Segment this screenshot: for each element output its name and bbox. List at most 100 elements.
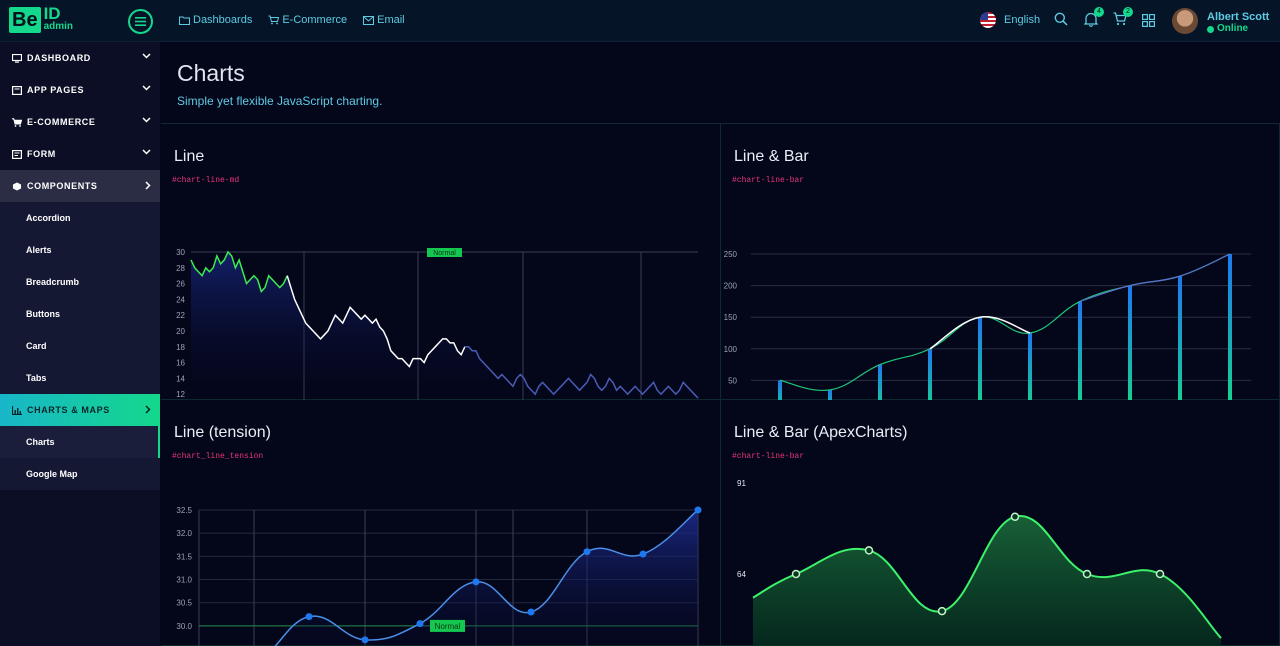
- data-point: [639, 550, 647, 558]
- sidebar-item-label: E-COMMERCE: [27, 117, 96, 127]
- data-point: [527, 608, 535, 616]
- brand-logo[interactable]: Be ID admin: [9, 4, 73, 33]
- sidebar-item-breadcrumb[interactable]: Breadcrumb: [0, 266, 160, 298]
- y-tick-label: 18: [176, 343, 185, 352]
- sidebar-item-app-pages[interactable]: APP PAGES: [0, 74, 160, 106]
- y-tick-label: 150: [724, 313, 738, 322]
- top-nav: Dashboards E-Commerce Email: [179, 14, 405, 26]
- form-icon: [12, 149, 22, 159]
- card-code: #chart-line-bar: [732, 176, 805, 185]
- sidebar-item-label: APP PAGES: [27, 85, 85, 95]
- monitor-icon: [12, 53, 22, 63]
- bar: [1128, 285, 1132, 400]
- y-tick-label: 100: [724, 345, 738, 354]
- nav-email-label: Email: [377, 14, 405, 26]
- page-subtitle: Simple yet flexible JavaScript charting.: [177, 94, 383, 108]
- sidebar-item-buttons[interactable]: Buttons: [0, 298, 160, 330]
- card-title: Line: [174, 148, 205, 165]
- cart-button[interactable]: 2: [1113, 7, 1133, 26]
- y-tick-label: 30.5: [176, 599, 192, 608]
- y-tick-label: 64: [737, 570, 746, 579]
- data-point: [1082, 569, 1092, 579]
- card-title: Line & Bar: [734, 148, 809, 165]
- card-code: #chart-line-bar: [732, 452, 805, 461]
- data-point: [472, 578, 480, 586]
- data-point: [305, 613, 313, 621]
- sidebar-item-card[interactable]: Card: [0, 330, 160, 362]
- sidebar-item-ecommerce[interactable]: E-COMMERCE: [0, 106, 160, 138]
- y-tick-label: 50: [728, 376, 737, 385]
- sidebar-item-tabs[interactable]: Tabs: [0, 362, 160, 394]
- user-name: Albert Scott: [1207, 11, 1270, 23]
- sidebar-item-accordion[interactable]: Accordion: [0, 202, 160, 234]
- y-tick-label: 26: [176, 280, 185, 289]
- pages-icon: [12, 85, 22, 95]
- language-selector[interactable]: English: [980, 12, 1040, 28]
- cube-icon: [12, 181, 22, 191]
- data-point: [1155, 569, 1165, 579]
- sidebar-item-label: FORM: [27, 149, 56, 159]
- data-point: [1010, 512, 1020, 521]
- bar: [978, 317, 982, 400]
- nav-ecommerce[interactable]: E-Commerce: [268, 14, 347, 26]
- nav-email[interactable]: Email: [363, 14, 405, 26]
- bar: [1078, 301, 1082, 400]
- menu-toggle-button[interactable]: [128, 9, 153, 34]
- logo-id: ID: [43, 4, 61, 23]
- sidebar-item-label: COMPONENTS: [27, 181, 98, 191]
- sidebar-item-components[interactable]: COMPONENTS: [0, 170, 160, 202]
- y-tick-label: 32.5: [176, 506, 192, 515]
- y-tick-label: 28: [176, 264, 185, 273]
- bar: [828, 389, 832, 400]
- bar: [778, 380, 782, 400]
- cart-badge: 2: [1123, 7, 1133, 17]
- sidebar-item-label: DASHBOARD: [27, 53, 91, 63]
- chevron-right-icon: [145, 405, 151, 414]
- logo-box: Be: [9, 7, 41, 33]
- top-bar: Be ID admin Dashboards E-Commerce Email …: [0, 0, 1280, 42]
- chart-card-line: Line #chart-line-md 10121416182022242628…: [161, 124, 721, 400]
- card-code: #chart-line-md: [172, 176, 240, 185]
- y-tick-label: 16: [176, 359, 185, 368]
- sidebar-item-charts-maps[interactable]: CHARTS & MAPS: [0, 394, 160, 426]
- chevron-down-icon: [142, 53, 151, 59]
- data-point: [694, 506, 702, 514]
- y-tick-label: 31.5: [176, 552, 192, 561]
- y-tick-label: 30.0: [176, 622, 192, 631]
- y-tick-label: 31.0: [176, 576, 192, 585]
- us-flag-icon: [980, 12, 996, 28]
- annotation-label: Normal: [433, 250, 456, 257]
- avatar[interactable]: [1172, 8, 1198, 34]
- sidebar-item-google-map[interactable]: Google Map: [0, 458, 160, 490]
- nav-dashboards[interactable]: Dashboards: [179, 14, 252, 26]
- chart-card-line-bar: Line & Bar #chart-line-bar 0501001502002…: [721, 124, 1280, 400]
- bar-chart-icon: [12, 405, 22, 415]
- user-status-label: Online: [1217, 23, 1249, 34]
- apps-grid-icon[interactable]: [1142, 14, 1155, 27]
- area-chart: 91 64: [737, 479, 1222, 646]
- search-icon[interactable]: [1054, 12, 1068, 26]
- sidebar: DASHBOARD APP PAGES E-COMMERCE FORM COMP…: [0, 42, 160, 646]
- user-status: Online: [1207, 23, 1269, 35]
- online-dot-icon: [1207, 25, 1214, 33]
- nav-ecommerce-label: E-Commerce: [282, 14, 348, 26]
- sidebar-item-dashboard[interactable]: DASHBOARD: [0, 42, 160, 74]
- card-title: Line & Bar (ApexCharts): [734, 424, 908, 441]
- sidebar-item-form[interactable]: FORM: [0, 138, 160, 170]
- notifications-button[interactable]: 4: [1083, 7, 1104, 27]
- card-code: #chart_line_tension: [172, 452, 264, 461]
- user-menu[interactable]: Albert Scott Online: [1207, 11, 1269, 35]
- main-content: Charts Simple yet flexible JavaScript ch…: [161, 42, 1280, 646]
- data-point: [583, 548, 591, 556]
- hamburger-icon: [135, 17, 146, 26]
- y-tick-label: 91: [737, 479, 746, 488]
- y-tick-label: 14: [176, 374, 185, 383]
- nav-dashboards-label: Dashboards: [193, 14, 253, 26]
- bar: [878, 364, 882, 400]
- sidebar-item-alerts[interactable]: Alerts: [0, 234, 160, 266]
- data-point: [791, 569, 801, 579]
- sidebar-item-charts[interactable]: Charts: [0, 426, 160, 458]
- y-tick-label: 24: [176, 295, 185, 304]
- data-point: [416, 620, 424, 628]
- y-tick-label: 250: [724, 250, 738, 259]
